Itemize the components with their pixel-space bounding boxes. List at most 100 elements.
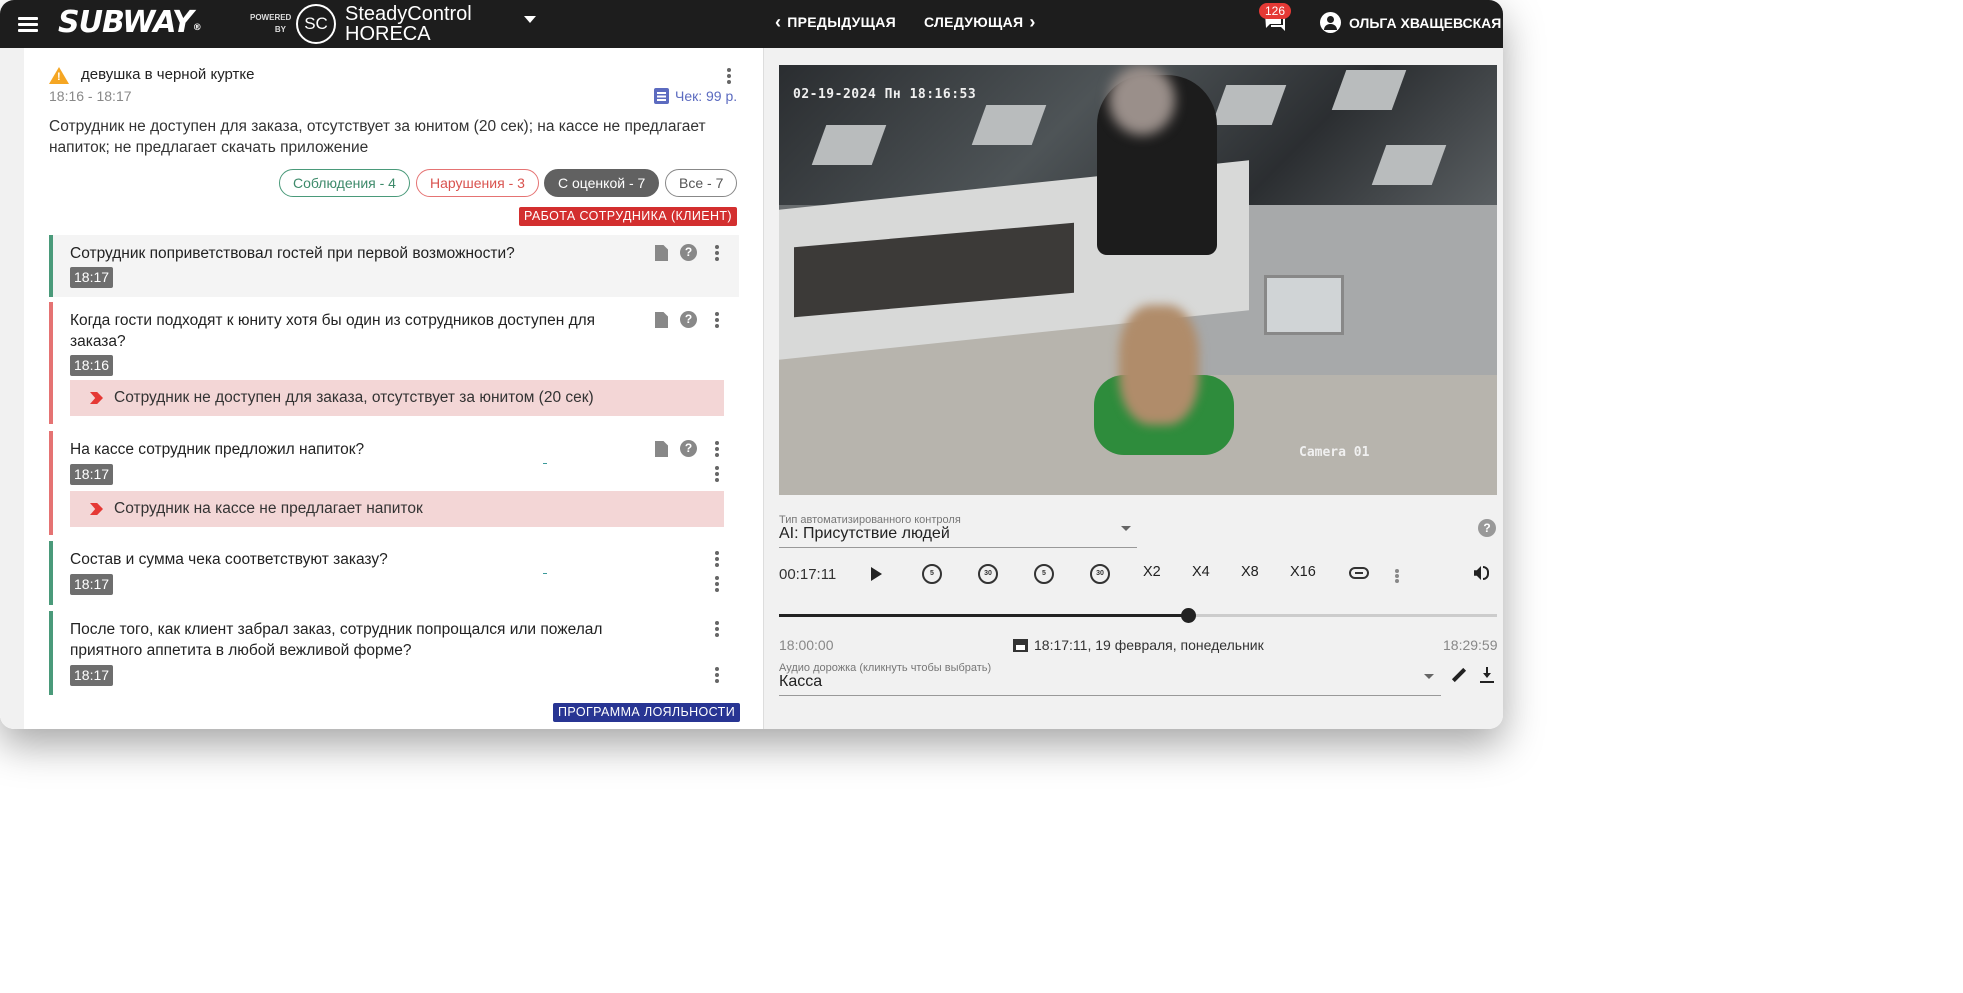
question-item: Когда гости подходят к юниту хотя бы оди… [49, 302, 739, 424]
steadycontrol-logo-icon: SC [296, 4, 336, 44]
filter-all[interactable]: Все - 7 [665, 169, 738, 197]
play-icon[interactable] [871, 567, 882, 581]
user-name: ОЛЬГА ХВАЩЕВСКАЯ [1349, 14, 1502, 31]
rewind-5-icon[interactable]: 5 [922, 564, 942, 584]
brand-name: SteadyControl HORECA [345, 3, 472, 45]
help-icon[interactable]: ? [680, 440, 697, 457]
forward-30-icon[interactable]: 30 [1090, 564, 1110, 584]
question-text: Когда гости подходят к юниту хотя бы оди… [70, 312, 596, 350]
brand-dropdown-icon[interactable] [524, 16, 536, 23]
warning-icon: ! [49, 67, 69, 84]
document-icon[interactable] [655, 245, 668, 261]
chevron-left-icon: ‹ [775, 12, 782, 32]
subway-logo: SUBWAY® [58, 5, 202, 40]
timeline-start: 18:00:00 [779, 637, 834, 653]
prev-label: ПРЕДЫДУЩАЯ [787, 14, 897, 30]
forward-5-icon[interactable]: 5 [1034, 564, 1054, 584]
question-item: Состав и сумма чека соответствуют заказу… [49, 541, 739, 605]
time-chip[interactable]: 18:17 [70, 665, 114, 686]
more-icon[interactable] [709, 439, 725, 459]
menu-icon[interactable] [16, 12, 40, 36]
filter-compliance[interactable]: Соблюдения - 4 [279, 169, 410, 197]
artifact [543, 573, 547, 574]
top-bar: SUBWAY® POWERED BY SC SteadyControl HORE… [0, 0, 1503, 48]
chevron-right-icon: › [1029, 12, 1036, 32]
violation-note: Сотрудник на кассе не предлагает напиток [70, 491, 724, 527]
document-icon[interactable] [655, 441, 668, 457]
video-player[interactable]: 02-19-2024 Пн 18:16:53 Camera 01 [779, 65, 1497, 495]
filter-rated[interactable]: С оценкой - 7 [544, 169, 660, 197]
store-icon [1013, 638, 1028, 652]
time-chip[interactable]: 18:17 [70, 574, 114, 595]
next-button[interactable]: СЛЕДУЮЩАЯ › [924, 12, 1036, 32]
violation-note: Сотрудник не доступен для заказа, отсутс… [70, 380, 724, 416]
current-datetime-text: 18:17:11, 19 февраля, понедельник [1034, 637, 1264, 653]
question-text: После того, как клиент забрал заказ, сот… [70, 621, 603, 659]
powered-by-label: POWERED BY [250, 13, 292, 34]
timeline-end: 18:29:59 [1443, 637, 1498, 653]
incident-title: девушка в черной куртке [81, 66, 255, 83]
next-label: СЛЕДУЮЩАЯ [924, 14, 1024, 30]
current-time: 00:17:11 [779, 566, 837, 583]
control-type-select[interactable]: AI: Присутствие людей [779, 525, 950, 543]
app-window: SUBWAY® POWERED BY SC SteadyControl HORE… [0, 0, 1503, 729]
incident-time-range: 18:16 - 18:17 [49, 88, 132, 104]
player-more-icon[interactable] [1389, 567, 1405, 587]
more-icon[interactable] [709, 549, 725, 569]
rewind-30-icon[interactable]: 30 [978, 564, 998, 584]
more-icon[interactable] [709, 665, 725, 685]
receipt-label: Чек: 99 р. [675, 88, 738, 104]
download-icon[interactable] [1480, 667, 1494, 684]
help-icon[interactable]: ? [680, 244, 697, 261]
speed-x8-button[interactable]: X8 [1241, 564, 1259, 580]
violation-text: Сотрудник не доступен для заказа, отсутс… [114, 389, 594, 406]
document-icon[interactable] [655, 312, 668, 328]
receipt-link[interactable]: Чек: 99 р. [654, 88, 737, 104]
section-tag-employee-work: РАБОТА СОТРУДНИКА (КЛИЕНТ) [519, 207, 737, 226]
more-icon[interactable] [709, 310, 725, 330]
violation-arrow-icon [90, 392, 103, 404]
audio-dropdown-icon[interactable] [1424, 674, 1434, 679]
incident-more-icon[interactable] [721, 66, 737, 86]
time-chip[interactable]: 18:16 [70, 355, 114, 376]
account-circle-icon [1320, 12, 1341, 33]
left-strip [0, 48, 24, 729]
speed-x16-button[interactable]: X16 [1290, 564, 1316, 580]
more-icon[interactable] [709, 243, 725, 263]
link-icon[interactable] [1349, 567, 1369, 579]
more-icon[interactable] [709, 619, 725, 639]
control-type-dropdown-icon[interactable] [1121, 526, 1131, 531]
prev-button[interactable]: ‹ ПРЕДЫДУЩАЯ [775, 12, 897, 32]
filter-violations[interactable]: Нарушения - 3 [416, 169, 539, 197]
timeline-track[interactable] [779, 614, 1497, 617]
video-timestamp: 02-19-2024 Пн 18:16:53 [793, 87, 977, 102]
question-text: Сотрудник поприветствовал гостей при пер… [70, 245, 515, 262]
speed-x2-button[interactable]: X2 [1143, 564, 1161, 580]
help-icon[interactable]: ? [680, 311, 697, 328]
more-icon[interactable] [709, 574, 725, 594]
timeline-current-datetime: 18:17:11, 19 февраля, понедельник [1013, 637, 1264, 653]
time-chip[interactable]: 18:17 [70, 464, 114, 485]
artifact [543, 463, 547, 464]
camera-label: Camera 01 [1299, 445, 1370, 460]
question-text: Состав и сумма чека соответствуют заказу… [70, 551, 388, 568]
control-type-underline [779, 547, 1137, 548]
question-item: После того, как клиент забрал заказ, сот… [49, 611, 739, 695]
audio-track-underline [779, 695, 1441, 696]
audio-track-select[interactable]: Касса [779, 673, 822, 691]
section-tag-loyalty: ПРОГРАММА ЛОЯЛЬНОСТИ [553, 703, 741, 722]
user-menu[interactable]: ОЛЬГА ХВАЩЕВСКАЯ [1320, 12, 1501, 33]
time-chip[interactable]: 18:17 [70, 267, 114, 288]
speed-x4-button[interactable]: X4 [1192, 564, 1210, 580]
question-item: Сотрудник поприветствовал гостей при пер… [49, 235, 739, 297]
question-text: На кассе сотрудник предложил напиток? [70, 441, 365, 458]
violation-arrow-icon [90, 503, 103, 515]
question-item: На кассе сотрудник предложил напиток? 18… [49, 431, 739, 535]
violation-text: Сотрудник на кассе не предлагает напиток [114, 500, 423, 517]
receipt-icon [654, 88, 669, 104]
edit-icon[interactable] [1452, 668, 1466, 682]
notification-badge: 126 [1259, 3, 1292, 19]
help-icon[interactable]: ? [1478, 519, 1496, 537]
incident-description: Сотрудник не доступен для заказа, отсутс… [49, 118, 706, 156]
more-icon[interactable] [709, 464, 725, 484]
